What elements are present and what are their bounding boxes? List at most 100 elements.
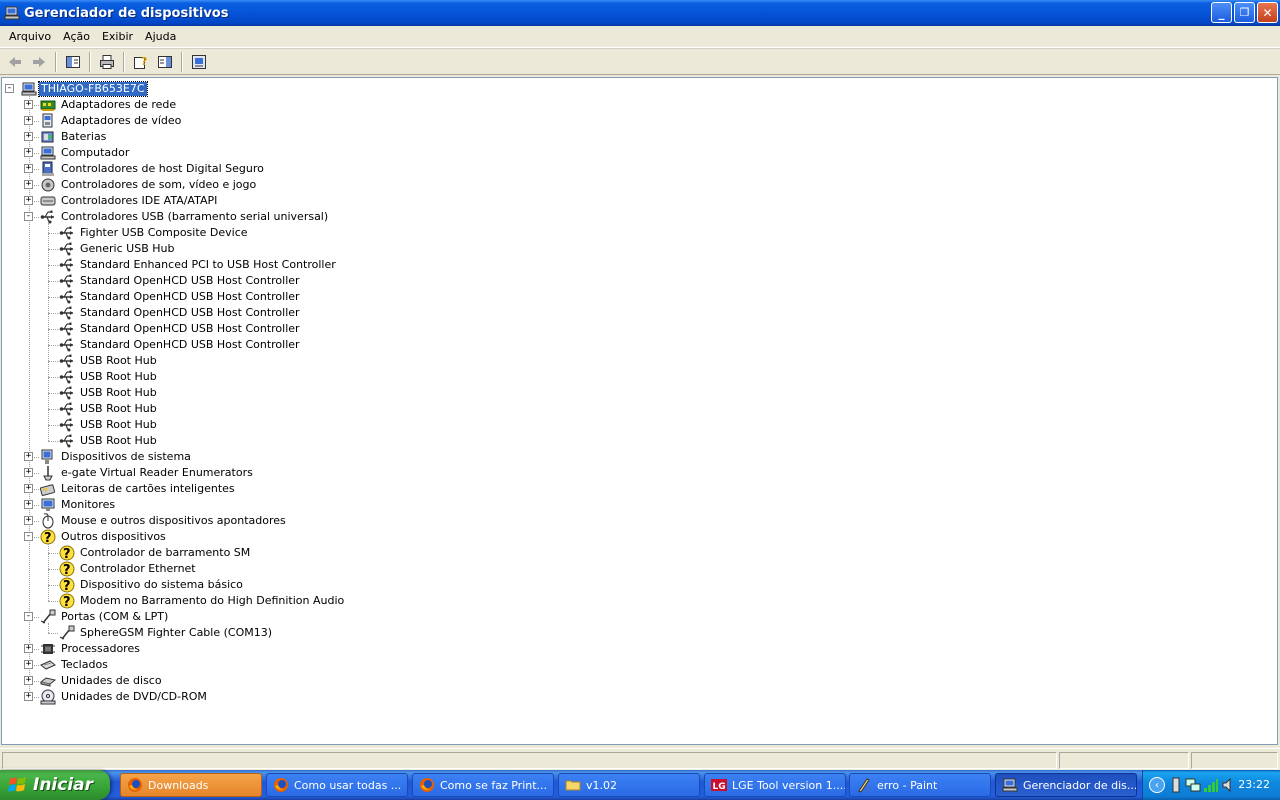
menu-exibir[interactable]: Exibir bbox=[96, 28, 139, 45]
tree-device-label[interactable]: Controlador de barramento SM bbox=[78, 546, 252, 560]
tree-category-label[interactable]: Unidades de DVD/CD-ROM bbox=[59, 690, 209, 704]
menu-acao[interactable]: Ação bbox=[57, 28, 96, 45]
menu-ajuda[interactable]: Ajuda bbox=[139, 28, 182, 45]
tree-category-label[interactable]: Baterias bbox=[59, 130, 108, 144]
tree-expander[interactable]: + bbox=[24, 148, 33, 157]
restore-button[interactable]: ❐ bbox=[1234, 2, 1255, 23]
scan-hardware-button[interactable] bbox=[187, 51, 210, 73]
tree-expander[interactable]: + bbox=[24, 516, 33, 525]
tree-category-label[interactable]: Controladores de host Digital Seguro bbox=[59, 162, 266, 176]
tree-device-label[interactable]: USB Root Hub bbox=[78, 418, 159, 432]
tree-category-label[interactable]: Adaptadores de rede bbox=[59, 98, 178, 112]
tree-category-label[interactable]: Controladores USB (barramento serial uni… bbox=[59, 210, 330, 224]
tree-device-label[interactable]: Standard Enhanced PCI to USB Host Contro… bbox=[78, 258, 338, 272]
close-button[interactable]: ✕ bbox=[1257, 2, 1278, 23]
forward-button[interactable] bbox=[27, 51, 50, 73]
tree-expander[interactable]: + bbox=[24, 180, 33, 189]
tree-device-label[interactable]: USB Root Hub bbox=[78, 386, 159, 400]
tray-network-icon[interactable] bbox=[1185, 777, 1201, 793]
tree-line bbox=[48, 297, 58, 298]
tree-device-label[interactable]: Modem no Barramento do High Definition A… bbox=[78, 594, 346, 608]
minimize-icon: _ bbox=[1218, 5, 1225, 20]
tree-category-label[interactable]: Teclados bbox=[59, 658, 110, 672]
taskbar-button[interactable]: erro - Paint bbox=[849, 773, 991, 797]
clock[interactable]: 23:22 bbox=[1238, 778, 1270, 791]
tree-category-label[interactable]: Monitores bbox=[59, 498, 117, 512]
tree-root-label[interactable]: THIAGO-FB653E7C bbox=[38, 81, 148, 97]
tree-expander[interactable]: + bbox=[24, 676, 33, 685]
show-hide-tree-button[interactable] bbox=[61, 51, 84, 73]
taskbar-button[interactable]: Como se faz Print... bbox=[412, 773, 554, 797]
tree-expander[interactable]: - bbox=[24, 612, 33, 621]
tray-volume-icon[interactable] bbox=[1221, 777, 1237, 793]
tree-category-label[interactable]: Controladores IDE ATA/ATAPI bbox=[59, 194, 219, 208]
tree-expander[interactable]: + bbox=[24, 100, 33, 109]
tree-device-label[interactable]: USB Root Hub bbox=[78, 370, 159, 384]
tree-expander[interactable]: + bbox=[24, 452, 33, 461]
menu-bar: Arquivo Ação Exibir Ajuda bbox=[0, 26, 1280, 48]
tree-line bbox=[48, 633, 58, 634]
tree-device-label[interactable]: USB Root Hub bbox=[78, 434, 159, 448]
tree-expander[interactable]: + bbox=[24, 500, 33, 509]
back-button[interactable] bbox=[3, 51, 26, 73]
tree-expander-root[interactable]: - bbox=[5, 84, 14, 93]
tree-line bbox=[48, 345, 58, 346]
tree-category-label[interactable]: Portas (COM & LPT) bbox=[59, 610, 170, 624]
tree-expander[interactable]: - bbox=[24, 212, 33, 221]
tree-device-label[interactable]: Fighter USB Composite Device bbox=[78, 226, 250, 240]
tray-signal-icon[interactable] bbox=[1203, 777, 1219, 793]
tree-expander[interactable]: + bbox=[24, 196, 33, 205]
tree-device-label[interactable]: USB Root Hub bbox=[78, 402, 159, 416]
tree-category-label[interactable]: Processadores bbox=[59, 642, 142, 656]
device-tree[interactable]: - THIAGO-FB653E7C + Adaptadores de rede + Ada… bbox=[1, 77, 1278, 745]
tree-device-label[interactable]: Standard OpenHCD USB Host Controller bbox=[78, 322, 302, 336]
menu-arquivo[interactable]: Arquivo bbox=[3, 28, 57, 45]
tree-device-label[interactable]: Standard OpenHCD USB Host Controller bbox=[78, 274, 302, 288]
tree-expander[interactable]: + bbox=[24, 484, 33, 493]
tree-device-label[interactable]: Standard OpenHCD USB Host Controller bbox=[78, 306, 302, 320]
tree-expander[interactable]: + bbox=[24, 116, 33, 125]
tree-category-label[interactable]: Dispositivos de sistema bbox=[59, 450, 193, 464]
minimize-button[interactable]: _ bbox=[1211, 2, 1232, 23]
print-button[interactable] bbox=[95, 51, 118, 73]
tree-expander[interactable]: + bbox=[24, 468, 33, 477]
tree-device-label[interactable]: Standard OpenHCD USB Host Controller bbox=[78, 290, 302, 304]
tree-device-label[interactable]: Standard OpenHCD USB Host Controller bbox=[78, 338, 302, 352]
tree-category-label[interactable]: Adaptadores de vídeo bbox=[59, 114, 183, 128]
usb-icon bbox=[59, 242, 73, 256]
taskbar-button[interactable]: LG LGE Tool version 1.... bbox=[704, 773, 846, 797]
tree-expander[interactable]: + bbox=[24, 132, 33, 141]
taskbar-button[interactable]: Downloads bbox=[120, 773, 262, 797]
scan-hardware-icon bbox=[191, 54, 206, 69]
tree-expander[interactable]: - bbox=[24, 532, 33, 541]
help-properties-button[interactable]: ? bbox=[129, 51, 152, 73]
taskbar-button[interactable]: v1.02 bbox=[558, 773, 700, 797]
tree-expander[interactable]: + bbox=[24, 164, 33, 173]
tree-device-label[interactable]: SphereGSM Fighter Cable (COM13) bbox=[78, 626, 274, 640]
properties-pane-button[interactable] bbox=[153, 51, 176, 73]
taskbar-button-label: Como usar todas ... bbox=[294, 778, 402, 792]
tree-category-label[interactable]: Mouse e outros dispositivos apontadores bbox=[59, 514, 288, 528]
tree-category-label[interactable]: Outros dispositivos bbox=[59, 530, 168, 544]
tree-expander[interactable]: + bbox=[24, 644, 33, 653]
tree-device-label[interactable]: Generic USB Hub bbox=[78, 242, 176, 256]
taskbar-button[interactable]: Gerenciador de dis... bbox=[995, 773, 1137, 797]
tray-expand-button[interactable]: ‹ bbox=[1149, 777, 1165, 793]
tree-category-label[interactable]: Leitoras de cartões inteligentes bbox=[59, 482, 237, 496]
tree-device-label[interactable]: Dispositivo do sistema básico bbox=[78, 578, 245, 592]
tree-category-label[interactable]: Controladores de som, vídeo e jogo bbox=[59, 178, 258, 192]
tray-usb-icon[interactable] bbox=[1169, 777, 1183, 793]
taskbar-button[interactable]: Como usar todas ... bbox=[266, 773, 408, 797]
start-button[interactable]: Iniciar bbox=[0, 770, 110, 800]
tree-expander[interactable]: + bbox=[24, 692, 33, 701]
tree-category-label[interactable]: Computador bbox=[59, 146, 131, 160]
tree-line bbox=[48, 623, 49, 633]
tree-device-label[interactable]: Controlador Ethernet bbox=[78, 562, 198, 576]
tree-expander[interactable]: + bbox=[24, 660, 33, 669]
tree-device-label[interactable]: USB Root Hub bbox=[78, 354, 159, 368]
tree-category-label[interactable]: e-gate Virtual Reader Enumerators bbox=[59, 466, 255, 480]
usb-icon bbox=[59, 370, 73, 384]
title-bar[interactable]: Gerenciador de dispositivos _ ❐ ✕ bbox=[0, 0, 1280, 26]
tree-category-label[interactable]: Unidades de disco bbox=[59, 674, 164, 688]
system-tray: ‹ 23:22 bbox=[1142, 770, 1280, 800]
